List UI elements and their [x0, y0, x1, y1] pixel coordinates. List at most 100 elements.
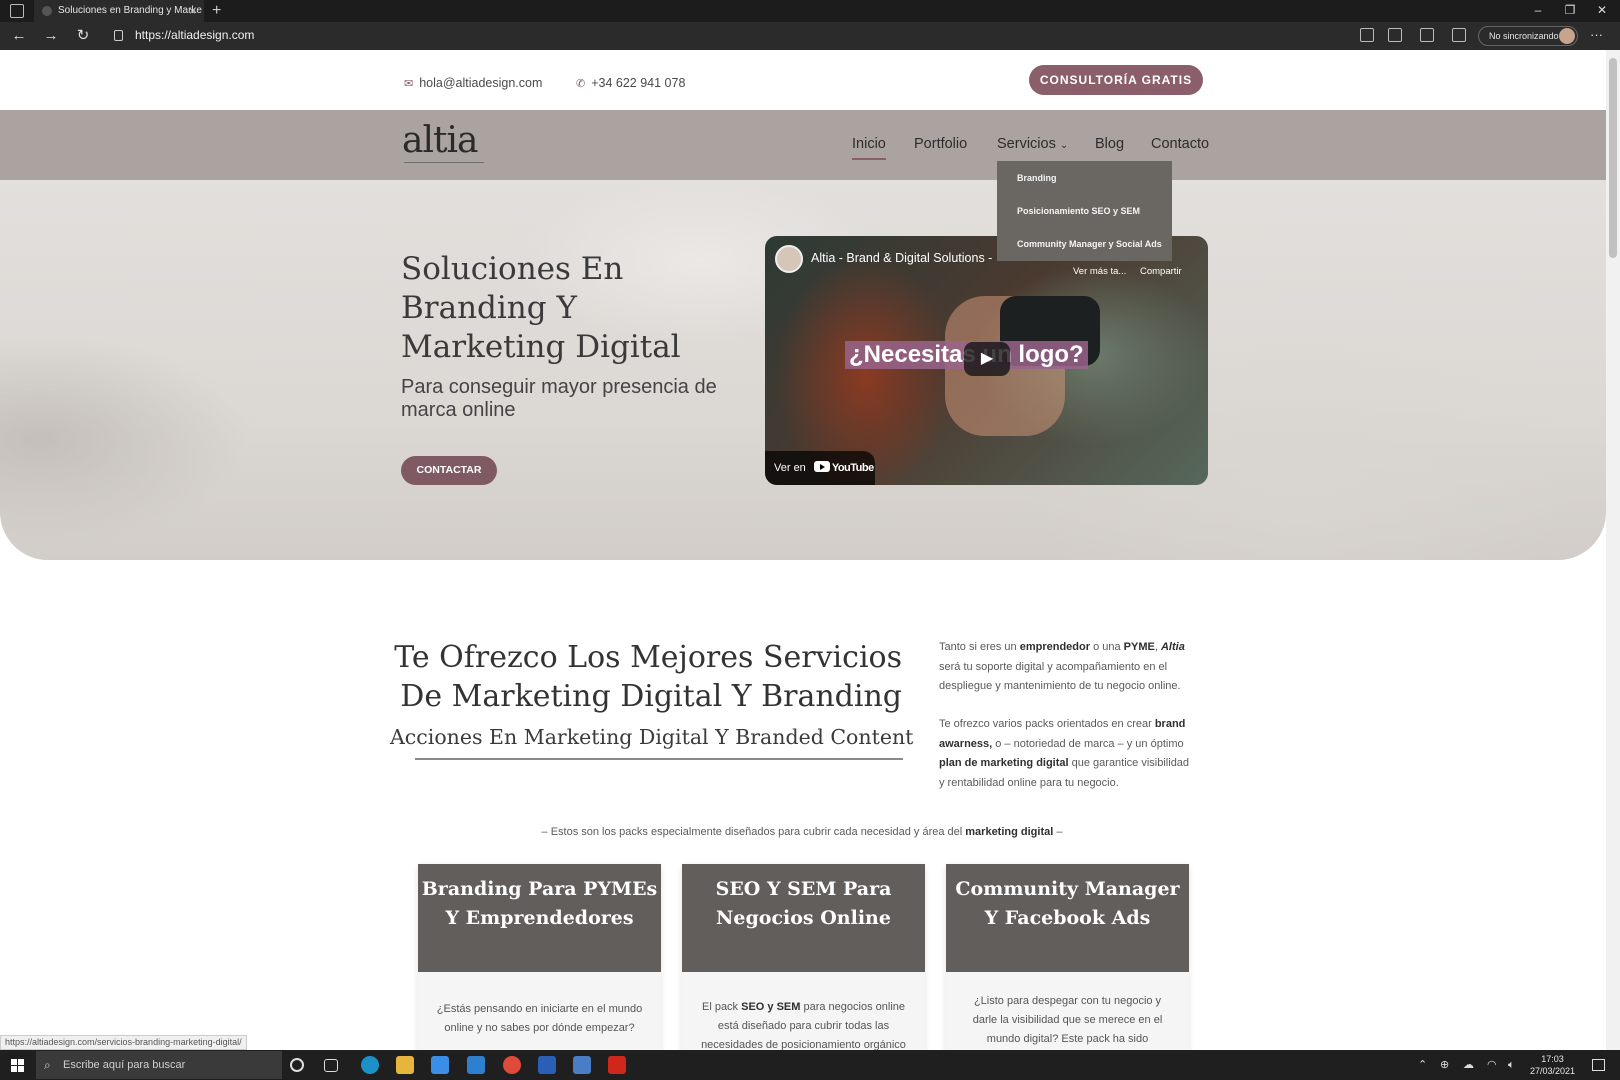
taskbar-clock[interactable]: 17:03 27/03/2021 [1530, 1053, 1575, 1077]
contact-button[interactable]: CONTACTAR [401, 456, 497, 485]
tab-actions-icon[interactable] [10, 4, 24, 18]
address-bar: ← → ↻ https://altiadesign.com No sincron… [0, 22, 1620, 50]
youtube-icon [813, 461, 830, 472]
heading-divider [415, 758, 903, 760]
scrollbar-thumb[interactable] [1609, 58, 1617, 258]
avatar [1559, 28, 1575, 44]
share-label[interactable]: Compartir [1140, 266, 1182, 277]
onedrive-icon[interactable]: ☁ [1463, 1059, 1475, 1071]
profile-button[interactable]: No sincronizando [1478, 26, 1578, 46]
youtube-video-embed[interactable]: Altia - Brand & Digital Solutions - ◷ Ve… [765, 236, 1208, 485]
taskbar: ⌕ Escribe aquí para buscar ⌃ ⊕ ☁ ◠ 🔈︎ 17… [0, 1050, 1620, 1080]
intro-paragraph-2: Te ofrezco varios packs orientados en cr… [939, 718, 1190, 789]
free-consulting-button[interactable]: CONSULTORÍA GRATIS [1029, 65, 1203, 95]
chrome-icon[interactable] [503, 1056, 521, 1074]
new-tab-button[interactable]: + [212, 0, 221, 21]
favicon-icon [42, 6, 52, 16]
nav-blog[interactable]: Blog [1095, 136, 1124, 152]
chevron-down-icon: ⌄ [1059, 140, 1069, 151]
envelope-icon: ✉ [404, 78, 414, 90]
main-navbar: altia Inicio Portfolio Servicios ⌄ Blog … [0, 110, 1606, 180]
dropdown-item-branding[interactable]: Branding [1017, 173, 1057, 183]
restore-button[interactable]: ❐ [1555, 0, 1585, 22]
minimize-button[interactable]: – [1523, 0, 1553, 22]
collections-icon[interactable] [1452, 28, 1466, 42]
youtube-label: YouTube [831, 462, 874, 474]
page-scrollbar[interactable] [1606, 50, 1620, 1050]
logo-underline [404, 162, 484, 163]
card-title: Community Manager Y Facebook Ads [946, 864, 1189, 972]
search-placeholder: Escribe aquí para buscar [63, 1059, 186, 1071]
more-icon[interactable]: ··· [1590, 27, 1603, 42]
phone-link[interactable]: ✆ +34 622 941 078 [576, 76, 685, 90]
watch-later-label[interactable]: Ver más ta... [1073, 266, 1126, 277]
card-description: ¿Estás pensando en iniciarte en el mundo… [436, 1003, 643, 1034]
task-view-icon[interactable] [324, 1059, 338, 1072]
reload-icon[interactable]: ↻ [73, 26, 93, 46]
card-title: SEO Y SEM Para Negocios Online [682, 864, 925, 972]
hero-title: Soluciones En Branding Y Marketing Digit… [401, 251, 681, 365]
nav-servicios-label: Servicios [997, 136, 1056, 152]
card-description: ¿Listo para despegar con tu negocio y da… [972, 995, 1163, 1045]
taskbar-search-input[interactable]: ⌕ Escribe aquí para buscar [36, 1051, 282, 1079]
play-icon[interactable]: ▶ [964, 342, 1010, 376]
cortana-icon[interactable] [290, 1058, 304, 1072]
intro-paragraph-1: Tanto si eres un emprendedor o una PYME,… [939, 641, 1185, 692]
back-icon[interactable]: ← [9, 26, 29, 46]
watch-on-label: Ver en [774, 462, 806, 474]
browser-tab[interactable]: Soluciones en Branding y Marke × [34, 0, 204, 22]
calculator-icon[interactable] [573, 1056, 591, 1074]
store-icon[interactable] [431, 1056, 449, 1074]
clock-time: 17:03 [1541, 1054, 1564, 1064]
video-title[interactable]: Altia - Brand & Digital Solutions - [811, 251, 992, 265]
word-icon[interactable] [538, 1056, 556, 1074]
service-card-seo-sem[interactable]: SEO Y SEM Para Negocios Online El pack S… [682, 864, 925, 1050]
nav-servicios[interactable]: Servicios ⌄ [997, 136, 1068, 152]
dropdown-item-seo-sem[interactable]: Posicionamiento SEO y SEM [1017, 206, 1140, 216]
site-logo[interactable]: altia [402, 120, 478, 161]
network-app-icon[interactable]: ⊕ [1440, 1059, 1452, 1071]
wifi-icon[interactable]: ◠ [1487, 1059, 1499, 1071]
services-subheading: Acciones En Marketing Digital Y Branded … [390, 725, 914, 749]
reader-mode-icon[interactable] [1360, 28, 1374, 42]
dropdown-item-community[interactable]: Community Manager y Social Ads [1017, 239, 1162, 249]
add-favorite-icon[interactable] [1388, 28, 1402, 42]
favorites-icon[interactable] [1420, 28, 1434, 42]
card-title: Branding Para PYMEs Y Emprendedores [418, 864, 661, 972]
top-contact-bar: ✉ hola@altiadesign.com ✆ +34 622 941 078 C… [0, 50, 1606, 110]
acrobat-icon[interactable] [608, 1056, 626, 1074]
edge-icon[interactable] [361, 1056, 379, 1074]
packs-intro: – Estos son los packs especialmente dise… [541, 826, 1063, 838]
show-hidden-icons-icon[interactable]: ⌃ [1418, 1059, 1430, 1071]
nav-inicio[interactable]: Inicio [852, 136, 886, 160]
nav-portfolio[interactable]: Portfolio [914, 136, 967, 152]
windows-start-icon[interactable] [11, 1059, 24, 1072]
phone-text: +34 622 941 078 [591, 76, 686, 90]
email-link[interactable]: ✉ hola@altiadesign.com [404, 76, 542, 90]
browser-tab-bar: Soluciones en Branding y Marke × + – ❐ ✕ [0, 0, 1620, 22]
forward-icon[interactable]: → [41, 26, 61, 46]
web-page: ✉ hola@altiadesign.com ✆ +34 622 941 078 C… [0, 50, 1606, 1050]
service-card-branding[interactable]: Branding Para PYMEs Y Emprendedores ¿Est… [418, 864, 661, 1050]
watch-on-youtube[interactable]: Ver en YouTube [765, 451, 875, 485]
clock-date: 27/03/2021 [1530, 1066, 1576, 1076]
service-card-community[interactable]: Community Manager Y Facebook Ads ¿Listo … [946, 864, 1189, 1050]
hero-subtitle: Para conseguir mayor presencia de marca … [401, 376, 717, 421]
url-field[interactable]: https://altiadesign.com [135, 28, 254, 42]
close-tab-icon[interactable]: × [189, 0, 196, 22]
file-explorer-icon[interactable] [396, 1056, 414, 1074]
notifications-icon[interactable] [1592, 1059, 1605, 1071]
services-dropdown: Branding Posicionamiento SEO y SEM Commu… [997, 161, 1172, 261]
profile-label: No sincronizando [1489, 31, 1559, 41]
mail-icon[interactable] [467, 1056, 485, 1074]
close-window-button[interactable]: ✕ [1587, 0, 1617, 22]
volume-icon[interactable]: 🔈︎ [1508, 1059, 1520, 1071]
phone-icon: ✆ [576, 78, 586, 90]
lock-icon[interactable] [114, 30, 123, 41]
card-description: El pack SEO y SEM para negocios online e… [701, 1001, 906, 1050]
nav-contacto[interactable]: Contacto [1151, 136, 1209, 152]
search-icon: ⌕ [44, 1058, 51, 1072]
services-heading: Te Ofrezco Los Mejores Servicios De Mark… [394, 640, 902, 714]
channel-avatar[interactable] [775, 245, 803, 273]
tab-title: Soluciones en Branding y Marke [58, 5, 202, 16]
